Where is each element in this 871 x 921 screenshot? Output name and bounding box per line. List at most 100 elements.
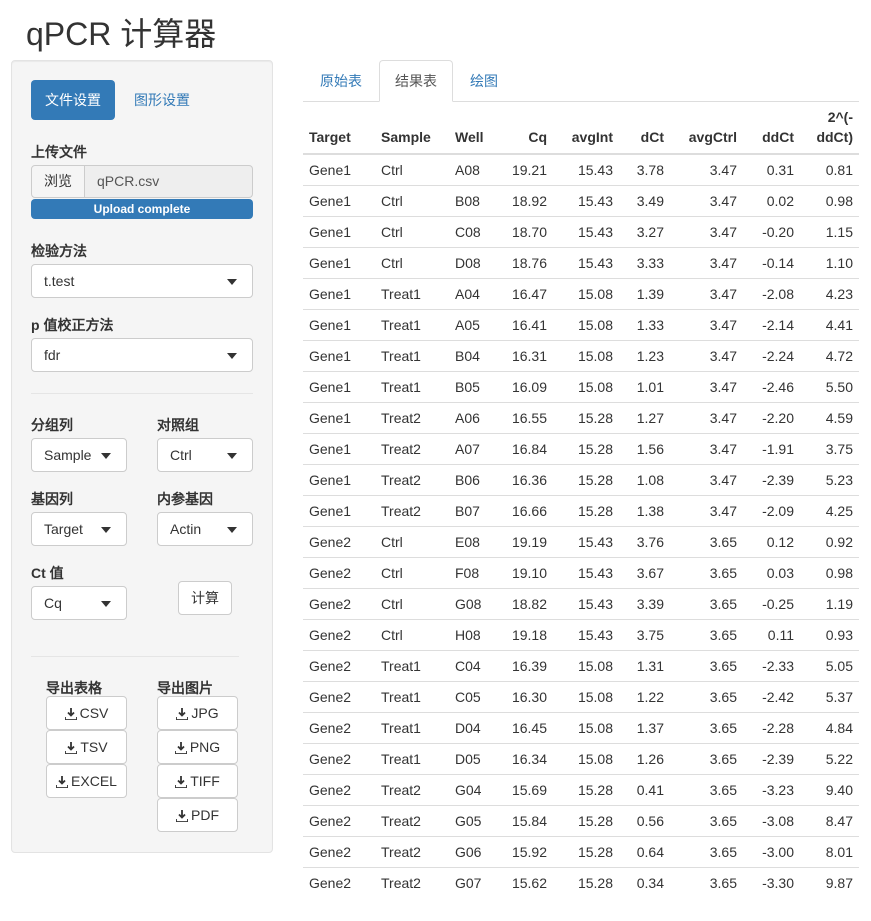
table-row: Gene1 Ctrl B08 18.92 15.43 3.49 3.47 0.02 0.98: [303, 184, 859, 216]
reference-gene-select[interactable]: Actin: [157, 512, 253, 546]
export-pdf-button[interactable]: PDF: [157, 798, 238, 832]
tab-figure-settings[interactable]: 图形设置: [120, 80, 204, 120]
download-icon: [174, 776, 189, 789]
file-upload-group: 浏览 qPCR.csv: [31, 165, 253, 198]
table-cell: 15.08: [553, 649, 619, 681]
control-group-select[interactable]: Ctrl: [157, 438, 253, 472]
table-cell: 1.37: [619, 711, 670, 743]
table-cell: 15.92: [505, 835, 553, 867]
table-cell: B04: [449, 339, 505, 371]
control-group-value: Ctrl: [170, 447, 192, 463]
gene-column-select[interactable]: Target: [31, 512, 127, 546]
table-cell: Gene1: [303, 339, 375, 371]
tab-plot[interactable]: 绘图: [455, 60, 513, 102]
table-cell: 18.76: [505, 246, 553, 278]
export-tsv-button[interactable]: TSV: [46, 730, 127, 764]
table-cell: 0.03: [743, 556, 800, 588]
table-cell: 15.08: [553, 277, 619, 309]
table-cell: 19.18: [505, 618, 553, 650]
column-header: avgInt: [553, 106, 619, 155]
p-adjust-value: fdr: [44, 347, 61, 363]
table-cell: 8.01: [800, 835, 859, 867]
table-row: Gene1 Treat2 B06 16.36 15.28 1.08 3.47 -2.39 5.2…: [303, 463, 859, 495]
calculate-button[interactable]: 计算: [178, 581, 232, 615]
table-cell: Ctrl: [375, 184, 449, 216]
table-cell: 3.47: [670, 153, 743, 185]
column-header: 2^(-ddCt): [800, 106, 859, 155]
table-cell: 1.26: [619, 742, 670, 774]
table-cell: 19.10: [505, 556, 553, 588]
table-cell: G04: [449, 773, 505, 805]
table-cell: Gene1: [303, 215, 375, 247]
table-cell: 4.23: [800, 277, 859, 309]
table-cell: A07: [449, 432, 505, 464]
table-cell: 16.66: [505, 494, 553, 526]
table-cell: 3.47: [670, 401, 743, 433]
table-cell: Gene1: [303, 370, 375, 402]
test-method-select[interactable]: t.test: [31, 264, 253, 298]
table-cell: Gene1: [303, 494, 375, 526]
table-cell: F08: [449, 556, 505, 588]
table-cell: C04: [449, 649, 505, 681]
test-method-label: 检验方法: [31, 243, 87, 259]
table-cell: Treat1: [375, 711, 449, 743]
tab-raw-table[interactable]: 原始表: [305, 60, 377, 102]
table-cell: 3.47: [670, 463, 743, 495]
table-cell: Treat1: [375, 339, 449, 371]
export-tiff-button[interactable]: TIFF: [157, 764, 238, 798]
table-cell: 18.70: [505, 215, 553, 247]
table-cell: E08: [449, 525, 505, 557]
tab-file-settings[interactable]: 文件设置: [31, 80, 115, 120]
export-png-button[interactable]: PNG: [157, 730, 238, 764]
reference-gene-label: 内参基因: [157, 491, 213, 507]
table-cell: 1.31: [619, 649, 670, 681]
browse-button[interactable]: 浏览: [31, 165, 85, 198]
results-table: Target Sample Well Cq avgInt dCt avgCtrl ddCt 2^…: [303, 106, 859, 898]
table-cell: Gene2: [303, 680, 375, 712]
ct-value-select[interactable]: Cq: [31, 586, 127, 620]
table-cell: 15.43: [553, 215, 619, 247]
table-cell: 3.47: [670, 432, 743, 464]
table-cell: Treat1: [375, 742, 449, 774]
table-cell: Ctrl: [375, 246, 449, 278]
export-csv-button[interactable]: CSV: [46, 696, 127, 730]
table-cell: -0.25: [743, 587, 800, 619]
table-cell: 15.62: [505, 866, 553, 898]
table-cell: Ctrl: [375, 153, 449, 185]
table-cell: 5.37: [800, 680, 859, 712]
main-tabs: 原始表 结果表 绘图: [303, 60, 859, 102]
table-header-row: Target Sample Well Cq avgInt dCt avgCtrl ddCt 2^…: [303, 106, 859, 155]
table-cell: 0.81: [800, 153, 859, 185]
table-cell: 15.08: [553, 680, 619, 712]
gene-column-value: Target: [44, 521, 83, 537]
table-cell: 4.25: [800, 494, 859, 526]
table-cell: 16.31: [505, 339, 553, 371]
table-cell: Gene2: [303, 556, 375, 588]
table-cell: 15.08: [553, 339, 619, 371]
tab-results-table[interactable]: 结果表: [379, 60, 453, 102]
table-cell: 15.28: [553, 401, 619, 433]
table-cell: 1.10: [800, 246, 859, 278]
table-cell: 15.08: [553, 711, 619, 743]
export-jpg-button[interactable]: JPG: [157, 696, 238, 730]
table-row: Gene2 Treat2 G06 15.92 15.28 0.64 3.65 -3.00 8.0…: [303, 835, 859, 867]
p-adjust-select[interactable]: fdr: [31, 338, 253, 372]
table-cell: 16.34: [505, 742, 553, 774]
table-cell: 15.43: [553, 184, 619, 216]
table-cell: Ctrl: [375, 215, 449, 247]
p-adjust-label: p 值校正方法: [31, 317, 114, 333]
ct-value-value: Cq: [44, 595, 62, 611]
table-row: Gene1 Treat1 A04 16.47 15.08 1.39 3.47 -2.08 4.2…: [303, 277, 859, 309]
table-cell: Gene2: [303, 804, 375, 836]
group-column-select[interactable]: Sample: [31, 438, 127, 472]
table-cell: 15.08: [553, 370, 619, 402]
table-cell: 19.19: [505, 525, 553, 557]
table-cell: 3.75: [800, 432, 859, 464]
column-header: dCt: [619, 106, 670, 155]
table-row: Gene1 Treat1 B05 16.09 15.08 1.01 3.47 -2.46 5.5…: [303, 370, 859, 402]
download-icon: [175, 810, 189, 823]
table-cell: Ctrl: [375, 525, 449, 557]
table-cell: 3.65: [670, 649, 743, 681]
table-cell: 15.84: [505, 804, 553, 836]
export-excel-button[interactable]: EXCEL: [46, 764, 127, 798]
